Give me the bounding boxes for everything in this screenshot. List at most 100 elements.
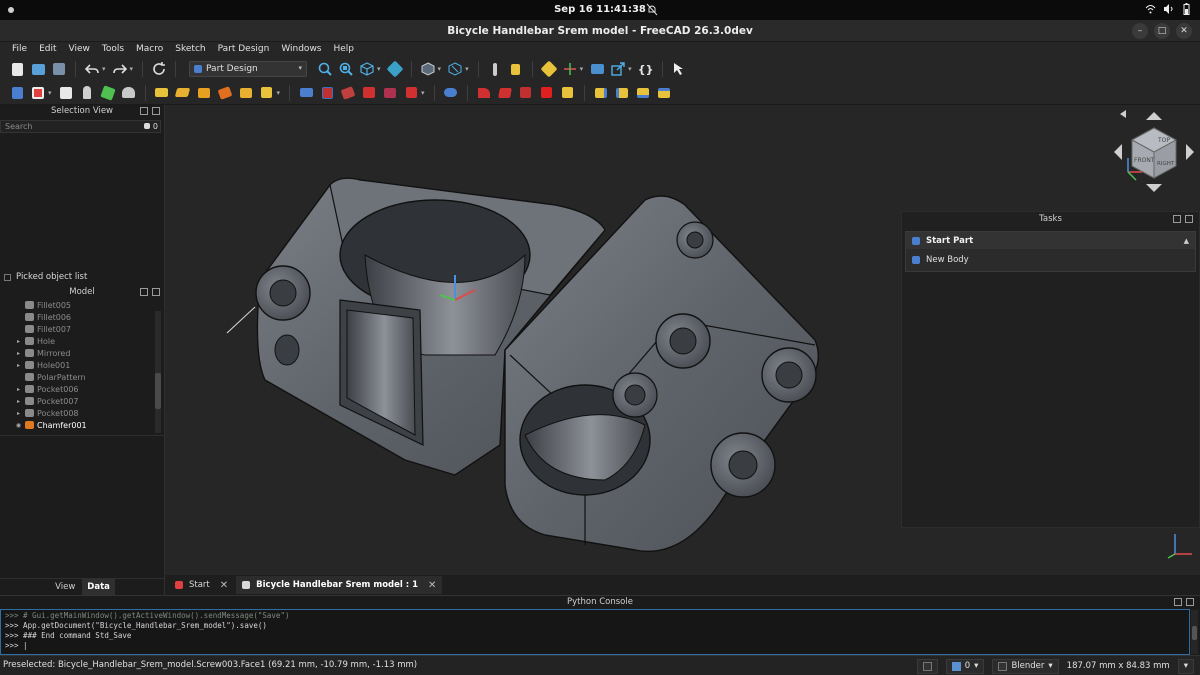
collapse-icon[interactable]: ▲ [1184,237,1189,245]
picked-object-list-toggle[interactable]: Picked object list [0,270,164,284]
menu-macro[interactable]: Macro [130,42,169,57]
lock-icon[interactable] [507,60,525,78]
tree-item[interactable]: ▸ Pocket008 [0,407,164,419]
close-tab-icon[interactable]: ✕ [220,580,228,591]
save-document-icon[interactable] [50,60,68,78]
create-body-icon[interactable] [8,84,26,102]
tree-item[interactable]: Fillet007 [0,323,164,335]
measure-icon[interactable] [386,60,404,78]
additive-helix-icon[interactable] [237,84,255,102]
notification-area-button[interactable] [916,658,938,674]
new-body-button[interactable]: New Body [906,249,1195,271]
tree-item[interactable]: ▸ Mirrored [0,347,164,359]
tab-view[interactable]: View [50,579,80,595]
expand-arrow-icon[interactable]: ▸ [14,410,23,417]
new-document-icon[interactable] [8,60,26,78]
dimension-options-button[interactable]: ▾ [1177,658,1194,674]
expand-arrow-icon[interactable]: ▸ [14,338,23,345]
minimize-button[interactable]: – [1132,23,1148,39]
additive-primitive-icon[interactable] [258,84,276,102]
tree-item[interactable]: Fillet006 [0,311,164,323]
volume-icon[interactable] [1163,3,1174,15]
refresh-icon[interactable] [150,60,168,78]
part-icon[interactable] [540,60,558,78]
network-icon[interactable] [1145,3,1156,15]
revolution-icon[interactable] [174,84,192,102]
tab-data[interactable]: Data [82,579,115,595]
console-prompt[interactable]: >>> | [5,641,1185,651]
menu-sketch[interactable]: Sketch [169,42,211,57]
expand-arrow-icon[interactable]: ▸ [14,350,23,357]
tab-start[interactable]: Start ✕ [169,576,234,594]
tree-item[interactable]: ◉ Chamfer001 [0,419,164,431]
create-sketch-icon[interactable] [29,84,47,102]
axis-cross-icon[interactable] [561,60,579,78]
panel-float-icon[interactable] [1174,598,1182,606]
menu-windows[interactable]: Windows [275,42,327,57]
thickness-icon[interactable] [538,84,556,102]
menu-view[interactable]: View [63,42,96,57]
picked-checkbox[interactable] [4,273,11,281]
polar-pattern-icon[interactable] [634,84,652,102]
fit-selection-icon[interactable] [337,60,355,78]
open-document-icon[interactable] [29,60,47,78]
shape-binder-icon[interactable] [120,84,138,102]
folder-icon[interactable] [588,60,606,78]
python-console-input[interactable]: >>> # Gui.getMainWindow().getActiveWindo… [0,609,1190,655]
window-titlebar[interactable]: Bicycle Handlebar Srem model - FreeCAD 2… [0,20,1200,42]
draw-style-icon[interactable] [419,60,437,78]
panel-close-icon[interactable] [1185,215,1193,223]
maximize-button[interactable]: □ [1154,23,1170,39]
console-scrollbar[interactable] [1191,610,1198,654]
mirrored-icon[interactable] [592,84,610,102]
expand-arrow-icon[interactable]: ▸ [14,398,23,405]
tree-item[interactable]: ▸ Hole [0,335,164,347]
panel-float-icon[interactable] [140,107,148,115]
tree-item[interactable]: ▸ Hole001 [0,359,164,371]
chamfer-icon[interactable] [496,84,514,102]
linear-pattern-icon[interactable] [613,84,631,102]
link-icon[interactable] [609,60,627,78]
tree-scrollbar[interactable] [155,311,161,433]
workbench-selector[interactable]: Part Design ▾ [189,61,308,77]
tree-item[interactable]: ▸ Pocket007 [0,395,164,407]
panel-float-icon[interactable] [140,288,148,296]
additive-loft-icon[interactable] [195,84,213,102]
tab-model-document[interactable]: Bicycle Handlebar Srem model : 1 ✕ [236,576,443,594]
tree-item[interactable]: PolarPattern [0,371,164,383]
boolean-icon[interactable] [442,84,460,102]
pad-icon[interactable] [153,84,171,102]
layer-selector[interactable]: 0 ▾ [945,658,985,674]
close-tab-icon[interactable]: ✕ [428,580,436,591]
menu-file[interactable]: File [6,42,33,57]
whats-this-icon[interactable] [670,60,688,78]
datum-line-icon[interactable] [99,84,117,102]
expand-arrow-icon[interactable]: ▸ [14,386,23,393]
3d-viewport[interactable]: TOP FRONT RIGHT Tasks Start Part ▲ New B… [165,105,1200,575]
macro-button[interactable]: {} [637,63,655,76]
std-views-icon[interactable] [358,60,376,78]
additive-pipe-icon[interactable] [216,84,234,102]
panel-close-icon[interactable] [152,107,160,115]
menu-edit[interactable]: Edit [33,42,62,57]
start-part-header[interactable]: Start Part ▲ [906,232,1195,249]
navigation-cube[interactable]: TOP FRONT RIGHT [1112,110,1196,194]
clipping-icon[interactable] [446,60,464,78]
menu-tools[interactable]: Tools [96,42,130,57]
hole-icon[interactable] [318,84,336,102]
menu-help[interactable]: Help [328,42,361,57]
fillet-icon[interactable] [475,84,493,102]
fit-all-icon[interactable] [316,60,334,78]
tree-item[interactable]: ▸ Pocket006 [0,383,164,395]
datum-point-icon[interactable] [78,84,96,102]
navigation-style-selector[interactable]: Blender ▾ [992,658,1059,674]
model-tree[interactable]: Fillet005 Fillet006 Fillet007 ▸ Hole ▸ Mirrore… [0,299,164,435]
multi-transform-icon[interactable] [655,84,673,102]
tree-item[interactable]: Fillet005 [0,299,164,311]
groove-icon[interactable] [339,84,357,102]
subtractive-pipe-icon[interactable] [381,84,399,102]
selection-search-input[interactable]: Search 0 [0,120,161,133]
subtractive-primitive-icon[interactable] [402,84,420,102]
property-editor[interactable] [0,435,164,578]
redo-icon[interactable] [111,60,129,78]
